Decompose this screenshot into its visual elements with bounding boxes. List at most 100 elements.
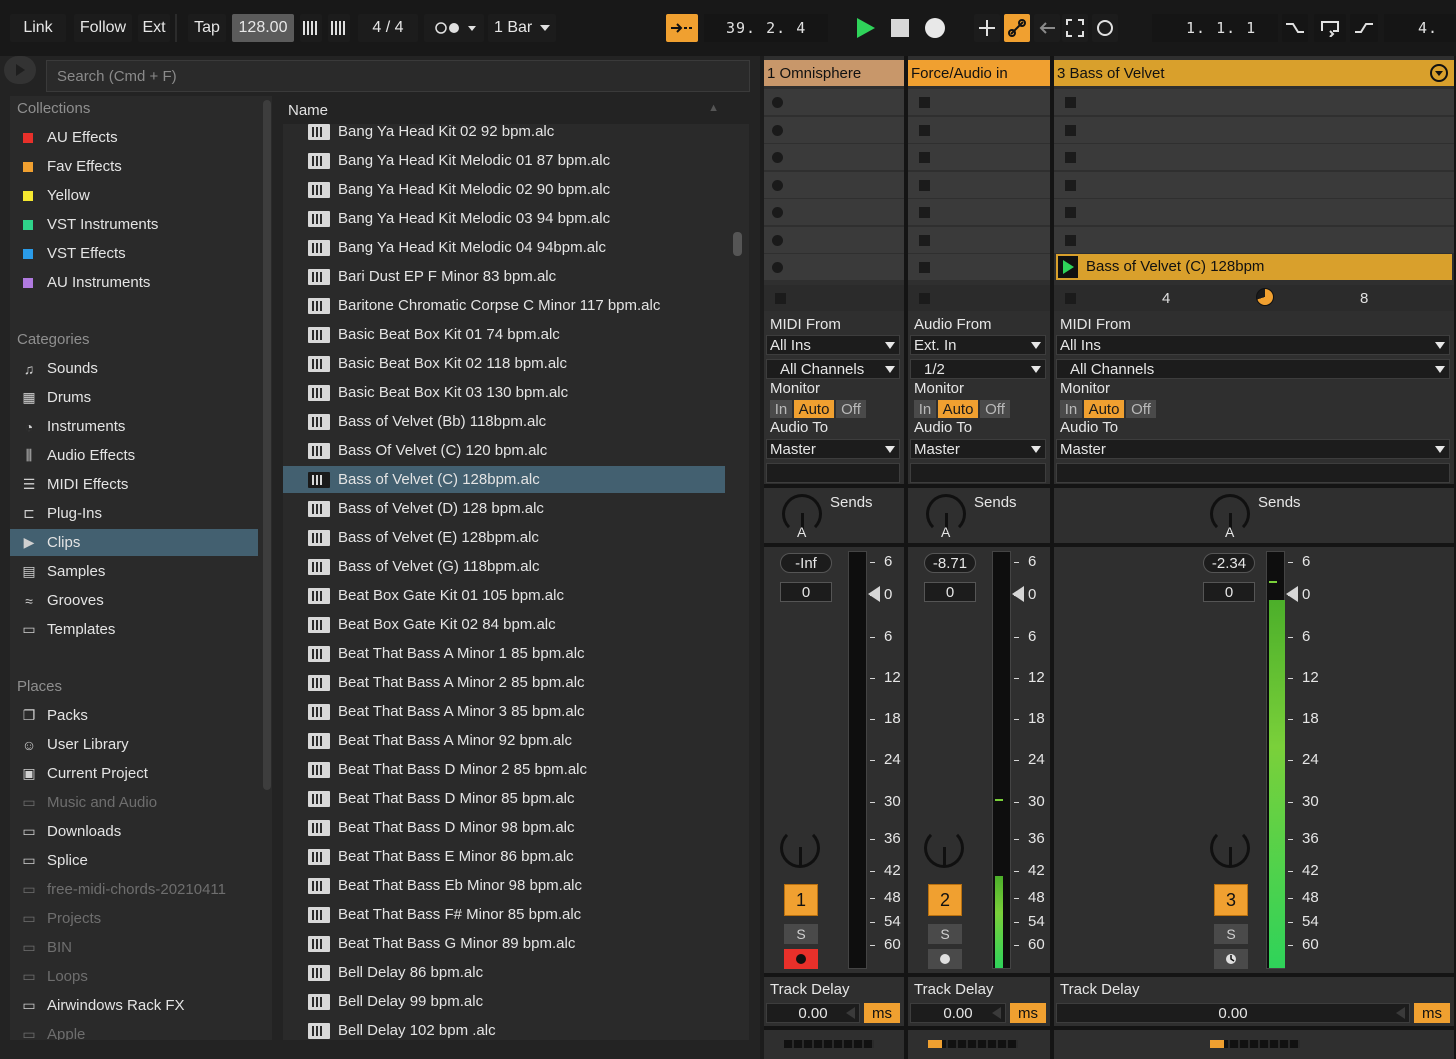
- clip-stop-icon[interactable]: [772, 262, 783, 273]
- delay-unit-button[interactable]: ms: [1010, 1003, 1046, 1023]
- file-row[interactable]: Beat That Bass G Minor 89 bpm.alc: [283, 930, 725, 957]
- clip-stop-icon[interactable]: [772, 179, 783, 191]
- search-input[interactable]: Search (Cmd + F): [46, 60, 750, 92]
- link-button[interactable]: Link: [10, 14, 66, 42]
- file-list-scrollbar[interactable]: [733, 232, 742, 256]
- stop-icon[interactable]: [886, 14, 914, 42]
- clip-play-icon[interactable]: [1058, 256, 1078, 278]
- category-item[interactable]: ≈ Grooves: [10, 587, 258, 614]
- collection-item[interactable]: VST Effects: [10, 240, 258, 267]
- loop-length-field[interactable]: 4.: [1384, 14, 1456, 42]
- category-item[interactable]: ☰ MIDI Effects: [10, 471, 258, 498]
- monitor-off-button[interactable]: Off: [836, 400, 866, 418]
- place-item[interactable]: ▭ free-midi-chords-20210411: [10, 876, 258, 903]
- monitor-off-button[interactable]: Off: [980, 400, 1010, 418]
- clip-stop-icon[interactable]: [772, 97, 783, 108]
- file-row[interactable]: Bang Ya Head Kit 02 92 bpm.alc: [283, 118, 725, 145]
- file-row[interactable]: Beat That Bass A Minor 92 bpm.alc: [283, 727, 725, 754]
- file-row[interactable]: Beat That Bass D Minor 98 bpm.alc: [283, 814, 725, 841]
- clip-stop-icon[interactable]: [1065, 97, 1076, 108]
- ext-sync-button[interactable]: Ext: [138, 14, 170, 42]
- file-row[interactable]: Beat That Bass A Minor 2 85 bpm.alc: [283, 669, 725, 696]
- clip-slot[interactable]: [908, 116, 1050, 143]
- follow-arrangement-icon[interactable]: [666, 14, 698, 42]
- file-row[interactable]: Bass of Velvet (D) 128 bpm.alc: [283, 495, 725, 522]
- file-row[interactable]: Bass of Velvet (C) 128bpm.alc: [283, 466, 725, 493]
- track-activator-knob[interactable]: [1210, 828, 1250, 868]
- track-activator-button[interactable]: 1: [784, 884, 818, 916]
- song-position[interactable]: 39. 2. 4: [704, 14, 828, 42]
- track-activator-button[interactable]: 2: [928, 884, 962, 916]
- place-item[interactable]: ❐ Packs: [10, 702, 258, 729]
- pan-field[interactable]: 0: [1203, 582, 1255, 602]
- volume-fader-handle[interactable]: [868, 586, 880, 602]
- sidebar-scrollbar[interactable]: [263, 100, 271, 790]
- file-row[interactable]: Beat Box Gate Kit 02 84 bpm.alc: [283, 611, 725, 638]
- track-delay-field[interactable]: 0.00: [1056, 1003, 1410, 1023]
- place-item[interactable]: ▭ BIN: [10, 934, 258, 961]
- category-item[interactable]: ♫ Sounds: [10, 355, 258, 382]
- tap-tempo-button[interactable]: Tap: [188, 14, 226, 42]
- place-item[interactable]: ▭ Downloads: [10, 818, 258, 845]
- nudge-up-icon[interactable]: [328, 14, 350, 42]
- volume-fader-handle[interactable]: [1012, 586, 1024, 602]
- clip-slot[interactable]: [1054, 171, 1454, 198]
- session-record-icon[interactable]: [1092, 14, 1118, 42]
- file-row[interactable]: Beat That Bass D Minor 2 85 bpm.alc: [283, 756, 725, 783]
- file-row[interactable]: Bass of Velvet (G) 118bpm.alc: [283, 553, 725, 580]
- clip-stop-icon[interactable]: [1065, 124, 1076, 136]
- file-row[interactable]: Bell Delay 86 bpm.alc: [283, 959, 725, 986]
- clip-stop-icon[interactable]: [919, 179, 930, 191]
- input-channel-dropdown[interactable]: All Channels: [766, 359, 900, 379]
- clip-slot[interactable]: Bass of Velvet (C) 128bpm: [1056, 254, 1452, 280]
- category-item[interactable]: ◔ Instruments: [10, 413, 258, 440]
- track-title[interactable]: 3 Bass of Velvet: [1054, 60, 1454, 86]
- solo-button[interactable]: S: [928, 924, 962, 944]
- place-item[interactable]: ▣ Current Project: [10, 760, 258, 787]
- input-source-dropdown[interactable]: All Ins: [766, 335, 900, 355]
- place-item[interactable]: ☺ User Library: [10, 731, 258, 758]
- monitor-in-button[interactable]: In: [1060, 400, 1082, 418]
- clip-stop-icon[interactable]: [772, 152, 783, 163]
- monitor-off-button[interactable]: Off: [1126, 400, 1156, 418]
- track-activator-button[interactable]: 3: [1214, 884, 1248, 916]
- track-activator-knob[interactable]: [924, 828, 964, 868]
- clip-slot[interactable]: [908, 144, 1050, 170]
- decrement-arrow-icon[interactable]: [1396, 1007, 1405, 1019]
- collection-item[interactable]: AU Instruments: [10, 269, 258, 296]
- clip-slot[interactable]: [764, 116, 904, 143]
- clip-slot[interactable]: [764, 89, 904, 115]
- input-source-dropdown[interactable]: All Ins: [1056, 335, 1450, 355]
- clip-stop-icon[interactable]: [919, 152, 930, 163]
- clip-stop-icon[interactable]: [1065, 179, 1076, 191]
- clip-stop-icon[interactable]: [919, 124, 930, 136]
- browser-hotswap-icon[interactable]: [4, 56, 36, 84]
- volume-field[interactable]: -2.34: [1203, 553, 1255, 573]
- category-item[interactable]: ⊏ Plug-Ins: [10, 500, 258, 527]
- output-channel-field[interactable]: [1056, 463, 1450, 483]
- category-item[interactable]: ⫼ Audio Effects: [10, 442, 258, 469]
- file-row[interactable]: Bari Dust EP F Minor 83 bpm.alc: [283, 263, 725, 290]
- clip-stop-icon[interactable]: [919, 234, 930, 246]
- output-channel-field[interactable]: [766, 463, 900, 483]
- clip-slot[interactable]: [1054, 89, 1454, 115]
- volume-fader-handle[interactable]: [1286, 586, 1298, 602]
- file-row[interactable]: Bang Ya Head Kit Melodic 02 90 bpm.alc: [283, 176, 725, 203]
- pan-field[interactable]: 0: [924, 582, 976, 602]
- place-item[interactable]: ▭ Projects: [10, 905, 258, 932]
- file-row[interactable]: Bass Of Velvet (C) 120 bpm.alc: [283, 437, 725, 464]
- file-row[interactable]: Beat That Bass F# Minor 85 bpm.alc: [283, 901, 725, 928]
- file-row[interactable]: Basic Beat Box Kit 01 74 bpm.alc: [283, 321, 725, 348]
- file-row[interactable]: Baritone Chromatic Corpse C Minor 117 bp…: [283, 292, 725, 319]
- category-item[interactable]: ▤ Samples: [10, 558, 258, 585]
- input-channel-dropdown[interactable]: All Channels: [1056, 359, 1450, 379]
- back-to-arrangement-icon[interactable]: [1034, 14, 1060, 42]
- track-title[interactable]: 1 Omnisphere: [764, 60, 904, 86]
- clip-stop-icon[interactable]: [919, 262, 930, 273]
- place-item[interactable]: ▭ Splice: [10, 847, 258, 874]
- monitor-in-button[interactable]: In: [770, 400, 792, 418]
- clip-slot[interactable]: [1054, 144, 1454, 170]
- tempo-field[interactable]: 128.00: [232, 14, 294, 42]
- place-item[interactable]: ▭ Apple: [10, 1021, 258, 1040]
- clip-slot[interactable]: [1054, 199, 1454, 225]
